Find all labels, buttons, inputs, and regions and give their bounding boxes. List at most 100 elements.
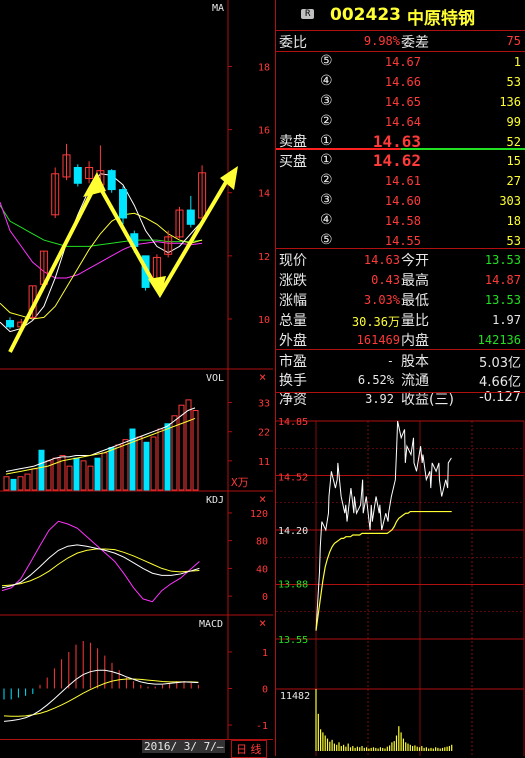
sell-volume: 99 (506, 115, 521, 129)
y-tick-label: 1 (262, 648, 268, 659)
sell-volume: 1 (513, 55, 521, 69)
y-tick-label: 13.55 (278, 635, 308, 646)
y-tick-label: 80 (256, 537, 268, 548)
intraday-panel[interactable]: 14.85 14.52 14.20 13.88 13.55 11482 (275, 392, 525, 756)
level-marker: ② (320, 113, 333, 129)
kline-chart[interactable]: 18 16 14 12 10 (0, 0, 273, 370)
volume-bar (10, 478, 17, 491)
close-icon[interactable]: × (259, 370, 266, 384)
kdj-j-line (1, 520, 200, 603)
volume-bar (129, 428, 136, 491)
sell-volume: 52 (506, 135, 521, 149)
kdj-d-line (1, 548, 200, 587)
buy-volume: 15 (506, 154, 521, 168)
vol-unit: X万 (231, 476, 249, 489)
macd-dif-line (3, 669, 199, 722)
level-marker: ③ (320, 93, 333, 109)
level-marker: ⑤ (320, 53, 333, 69)
volume-bar (31, 468, 38, 491)
stat-label: 现价 (279, 253, 307, 269)
buy-label: 买盘 (279, 154, 307, 170)
volume-bar (143, 441, 150, 491)
y-tick-label: 40 (256, 564, 268, 575)
macd-panel[interactable]: 1 0 -1 MACD × (0, 616, 273, 739)
sell-price: 14.63 (372, 132, 421, 151)
candle (107, 170, 116, 191)
level-marker: ② (320, 172, 333, 188)
candle (6, 320, 14, 328)
volume-bar (80, 460, 87, 491)
close-icon[interactable]: × (259, 492, 266, 506)
stat-label: 最高 (401, 273, 429, 289)
fundamental-label: 流通 (401, 373, 429, 389)
close-icon[interactable]: × (259, 616, 266, 630)
date-indicator[interactable]: 2016/ 3/ 7/— (142, 740, 226, 753)
volume-bar (3, 476, 10, 491)
fundamental-value: 5.03亿 (479, 356, 521, 371)
y-tick-label: 14.20 (278, 526, 308, 537)
y-tick-label: 12 (258, 252, 270, 263)
macd-chart[interactable]: 1 0 -1 (0, 616, 273, 739)
sell-volume: 136 (499, 95, 521, 109)
volume-bar (185, 399, 192, 491)
y-tick-label: 0 (262, 684, 268, 695)
vol-panel[interactable]: 33 22 11 VOL × X万 (0, 370, 273, 492)
stock-name: 中原特钢 (407, 9, 475, 29)
stat-value: 161469 (356, 333, 400, 347)
wei-cha-value: 75 (506, 34, 521, 48)
volume-bar (115, 444, 122, 491)
wei-cha-label: 委差 (401, 35, 429, 51)
sell-label: 卖盘 (279, 134, 307, 150)
volume-bar (136, 436, 143, 491)
volume-bar (150, 436, 157, 491)
stat-value: 142136 (477, 333, 521, 347)
stats-block: 现价 今开 14.63 13.53 涨跌 最高 0.43 14.87 涨幅 最低 3.03% 13.5… (276, 249, 525, 350)
volume-bar (108, 447, 115, 491)
y-tick-label: -1 (256, 721, 268, 732)
buy-price: 14.58 (384, 214, 421, 228)
y-tick-label: 33 (258, 399, 270, 410)
y-tick-label: 14.52 (278, 472, 308, 483)
volume-bar (164, 423, 171, 491)
y-tick-label: 14.85 (278, 417, 308, 428)
volume-bar (73, 457, 80, 491)
wei-bi-label: 委比 (279, 35, 307, 51)
y-tick-label: 22 (258, 428, 270, 439)
kdj-chart[interactable]: 120 80 40 0 (0, 492, 273, 616)
kline-panel[interactable]: 18 16 14 12 10 MA (0, 0, 273, 370)
stat-label: 总量 (279, 313, 307, 329)
volume-bar (94, 457, 101, 491)
intraday-chart[interactable]: 14.85 14.52 14.20 13.88 13.55 11482 (276, 393, 525, 756)
sell-price: 14.65 (384, 95, 421, 109)
stat-value: 14.63 (363, 253, 400, 267)
level-marker: ① (320, 152, 333, 168)
period-tab[interactable]: 日 线 (231, 740, 267, 758)
level-marker: ④ (320, 212, 333, 228)
buy-price: 14.55 (384, 234, 421, 248)
y-tick-label: 18 (258, 62, 270, 73)
kdj-label: KDJ (206, 495, 225, 506)
buy-volume: 53 (506, 234, 521, 248)
y-tick-label: 16 (258, 126, 270, 137)
kdj-panel[interactable]: 120 80 40 0 KDJ × (0, 492, 273, 616)
level-marker: ④ (320, 73, 333, 89)
quote-panel: R 002423 中原特钢 委比 9.98% 委差 75 卖盘 买盘 ⑤ 14.6… (275, 0, 525, 408)
sell-price: 14.67 (384, 55, 421, 69)
r-badge: R (301, 9, 315, 19)
stat-value: 3.03% (363, 293, 400, 307)
stat-value: 14.87 (484, 273, 521, 287)
y-tick-label: 11 (258, 457, 270, 468)
fundamental-value: 6.52% (357, 373, 394, 387)
ma-label: MA (212, 3, 225, 14)
fundamental-label: 股本 (401, 354, 429, 370)
footer-bar: 2016/ 3/ 7/— 日 线 (0, 739, 273, 758)
wei-bi-value: 9.98% (363, 34, 400, 48)
volume-bar (87, 465, 94, 491)
stat-label: 内盘 (401, 333, 429, 349)
candle (186, 209, 195, 225)
stat-value: 1.97 (492, 313, 521, 327)
buy-volume: 27 (506, 174, 521, 188)
stat-label: 外盘 (279, 333, 307, 349)
kdj-k-line (1, 544, 200, 589)
stat-label: 最低 (401, 293, 429, 309)
